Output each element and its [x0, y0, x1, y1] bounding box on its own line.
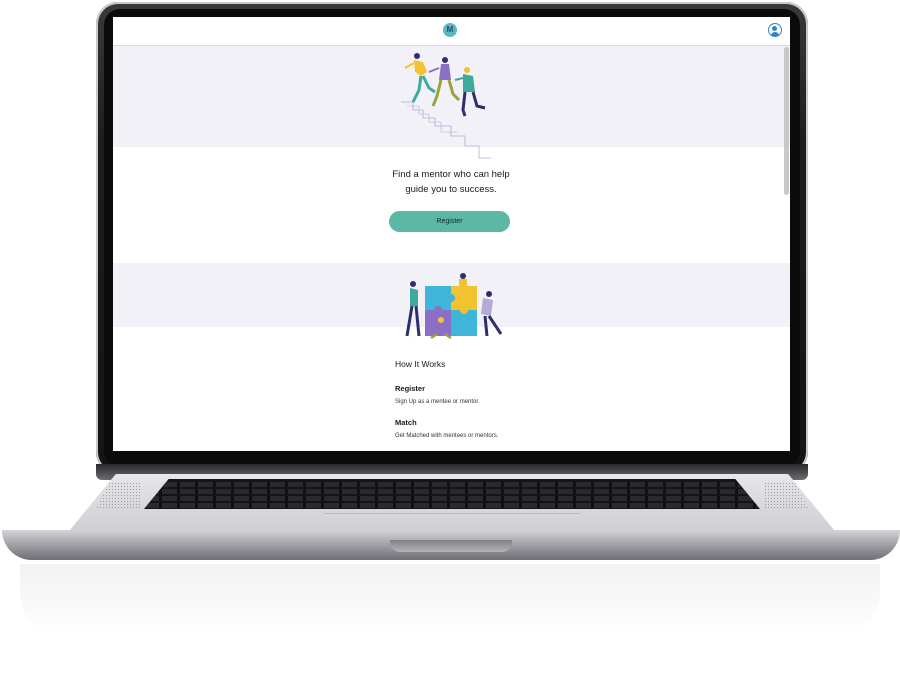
register-button[interactable]: Register	[389, 211, 510, 232]
browser-screen: M Find a mentor who can help guide you t…	[113, 17, 790, 451]
step-title: Match	[395, 418, 417, 427]
mentor-stairs-illustration	[401, 53, 491, 159]
how-it-works-title: How It Works	[395, 359, 446, 369]
m-logo-icon[interactable]: M	[443, 23, 457, 37]
scrollbar[interactable]	[784, 47, 789, 195]
person-top-icon	[459, 273, 467, 286]
hero-headline-line-2: guide you to success.	[405, 184, 497, 195]
step-description: Get Matched with mentees or mentors.	[395, 433, 499, 439]
person-purple-icon	[428, 57, 461, 107]
hero-headline: Find a mentor who can help guide you to …	[351, 167, 551, 197]
laptop-reflection	[20, 564, 880, 634]
lid-opening-notch	[390, 540, 512, 552]
puzzle-icon	[425, 286, 477, 336]
keyboard	[144, 479, 760, 509]
key-row	[144, 503, 760, 508]
step-register: Register Sign Up as a mentee or mentor.	[395, 384, 480, 405]
puzzle-team-illustration	[405, 273, 503, 340]
stairs-icon	[401, 101, 491, 159]
person-yellow-icon	[404, 53, 436, 103]
step-title: Register	[395, 384, 426, 393]
step-match: Match Get Matched with mentees or mentor…	[395, 418, 498, 439]
person-teal-icon	[454, 67, 486, 117]
hero-headline-line-1: Find a mentor who can help	[392, 169, 510, 180]
key-row	[144, 489, 760, 494]
key-row	[144, 496, 760, 501]
person-right-icon	[481, 291, 503, 337]
user-profile-icon[interactable]	[768, 23, 782, 37]
key-row	[144, 482, 760, 487]
step-description: Sign Up as a mentee or mentor.	[395, 399, 480, 405]
person-left-icon	[405, 281, 421, 337]
top-nav-bar: M	[113, 17, 790, 46]
